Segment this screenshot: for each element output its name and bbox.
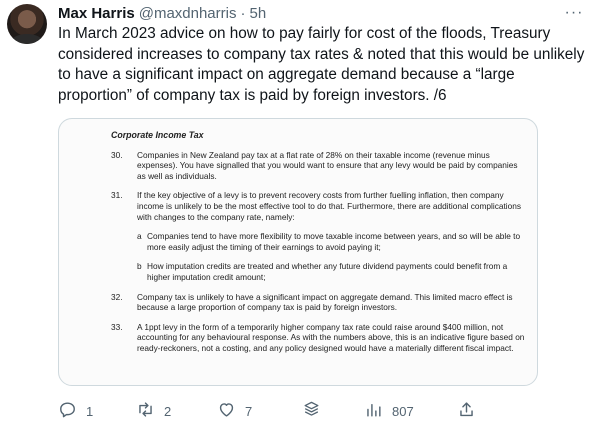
tweet-time[interactable]: 5h <box>249 5 266 22</box>
sub-item-text: How imputation credits are treated and w… <box>147 261 508 282</box>
tweet-actions: 1 2 7 807 <box>58 400 528 422</box>
document-sub-item: a Companies tend to have more flexibilit… <box>137 231 525 252</box>
reply-count: 1 <box>86 403 94 419</box>
document-paragraph: 30. Companies in New Zealand pay tax at … <box>111 150 525 182</box>
avatar[interactable] <box>7 4 47 44</box>
document-sub-item: b How imputation credits are treated and… <box>137 261 525 282</box>
tweet-header: Max Harris @maxdnharris · 5h <box>58 2 560 24</box>
paragraph-number: 32. <box>111 291 123 302</box>
document-paragraph: 32. Company tax is unlikely to have a si… <box>111 292 525 313</box>
views-icon <box>364 400 383 422</box>
sub-item-letter: b <box>137 261 142 272</box>
retweet-count: 2 <box>164 403 172 419</box>
like-icon <box>217 400 236 422</box>
stack-icon <box>302 400 321 422</box>
document-title: Corporate Income Tax <box>111 130 204 140</box>
attached-image[interactable]: Corporate Income Tax 30. Companies in Ne… <box>58 118 538 386</box>
paragraph-number: 31. <box>111 190 123 201</box>
like-count: 7 <box>245 403 253 419</box>
author-name[interactable]: Max Harris <box>58 5 135 22</box>
more-options-icon[interactable]: ··· <box>562 4 586 22</box>
paragraph-number: 33. <box>111 321 123 332</box>
retweet-button[interactable]: 2 <box>136 400 171 422</box>
document-paragraph: 31. If the key objective of a levy is to… <box>111 190 525 222</box>
sub-item-text: Companies tend to have more flexibility … <box>147 231 521 252</box>
share-button[interactable] <box>457 400 476 422</box>
views-count: 807 <box>392 403 414 419</box>
paragraph-text: Companies in New Zealand pay tax at a fl… <box>137 149 518 181</box>
reply-button[interactable]: 1 <box>58 400 93 422</box>
separator-dot: · <box>240 4 246 22</box>
reply-icon <box>58 400 77 422</box>
stack-button[interactable] <box>302 400 321 422</box>
document-paragraph: 33. A 1ppt levy in the form of a tempora… <box>111 322 525 354</box>
tweet-text: In March 2023 advice on how to pay fairl… <box>58 25 585 104</box>
like-button[interactable]: 7 <box>217 400 252 422</box>
paragraph-number: 30. <box>111 149 123 160</box>
author-handle[interactable]: @maxdnharris <box>139 5 237 22</box>
retweet-icon <box>136 400 155 422</box>
document-content: Corporate Income Tax 30. Companies in Ne… <box>111 130 525 363</box>
paragraph-text: A 1ppt levy in the form of a temporarily… <box>137 321 525 353</box>
paragraph-text: Company tax is unlikely to have a signif… <box>137 291 513 313</box>
views-button[interactable]: 807 <box>364 400 414 422</box>
share-icon <box>457 400 476 422</box>
paragraph-text: If the key objective of a levy is to pre… <box>137 190 522 222</box>
sub-item-letter: a <box>137 231 142 242</box>
